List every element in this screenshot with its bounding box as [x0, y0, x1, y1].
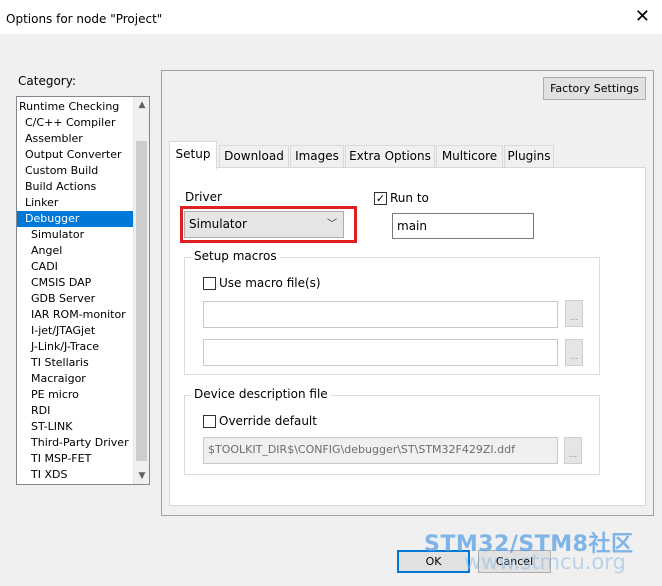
category-item[interactable]: TI Stellaris — [17, 355, 134, 371]
category-item[interactable]: GDB Server — [17, 291, 134, 307]
run-to-checkbox[interactable]: ✓ — [374, 192, 387, 205]
close-icon[interactable]: ✕ — [635, 8, 650, 26]
category-item[interactable]: Custom Build — [17, 163, 134, 179]
category-item[interactable]: TI MSP-FET — [17, 451, 134, 467]
category-item[interactable]: C/C++ Compiler — [17, 115, 134, 131]
category-item[interactable]: Output Converter — [17, 147, 134, 163]
tab-multicore[interactable]: Multicore — [436, 145, 503, 168]
title-bar: Options for node "Project" ✕ — [0, 0, 662, 34]
ddf-path-input: $TOOLKIT_DIR$\CONFIG\debugger\ST\STM32F4… — [203, 437, 558, 464]
device-description-title: Device description file — [191, 387, 331, 401]
scroll-thumb[interactable] — [136, 141, 147, 461]
factory-settings-button[interactable]: Factory Settings — [543, 77, 646, 100]
category-item[interactable]: Debugger — [17, 211, 134, 227]
category-item[interactable]: I-jet/JTAGjet — [17, 323, 134, 339]
category-item[interactable]: RDI — [17, 403, 134, 419]
category-item[interactable]: Angel — [17, 243, 134, 259]
driver-value: Simulator — [189, 217, 247, 231]
category-item[interactable]: ST-LINK — [17, 419, 134, 435]
watermark-url: www.stmcu.org — [464, 550, 626, 574]
category-item[interactable]: TI XDS — [17, 467, 134, 483]
category-item[interactable]: Simulator — [17, 227, 134, 243]
macro-file-input-1 — [203, 301, 558, 328]
driver-label: Driver — [185, 190, 222, 204]
use-macro-checkbox[interactable] — [203, 277, 216, 290]
run-to-input[interactable]: main — [392, 213, 534, 239]
tab-setup[interactable]: Setup — [169, 141, 217, 169]
category-item[interactable]: CADI — [17, 259, 134, 275]
category-item[interactable]: Macraigor — [17, 371, 134, 387]
category-item[interactable]: Assembler — [17, 131, 134, 147]
tab-download[interactable]: Download — [219, 145, 289, 168]
category-items: Runtime Checking C/C++ Compiler Assembler O… — [17, 99, 134, 483]
browse-macro-button-2: ... — [565, 339, 583, 366]
category-label: Category: — [18, 74, 76, 88]
window-title: Options for node "Project" — [6, 12, 163, 26]
macro-file-input-2 — [203, 339, 558, 366]
driver-select[interactable]: Simulator ﹀ — [184, 211, 344, 238]
category-item[interactable]: Linker — [17, 195, 134, 211]
browse-macro-button-1: ... — [565, 300, 583, 327]
scroll-up-icon[interactable]: ▲ — [134, 97, 149, 113]
tab-plugins[interactable]: Plugins — [504, 145, 554, 168]
override-default-label: Override default — [219, 414, 317, 428]
category-item[interactable]: J-Link/J-Trace — [17, 339, 134, 355]
run-to-label: Run to — [390, 191, 429, 205]
setup-macros-title: Setup macros — [191, 249, 280, 263]
use-macro-label: Use macro file(s) — [219, 276, 321, 290]
category-list[interactable]: Runtime Checking C/C++ Compiler Assembler O… — [16, 96, 150, 485]
category-item[interactable]: Third-Party Driver — [17, 435, 134, 451]
category-item[interactable]: IAR ROM-monitor — [17, 307, 134, 323]
category-item[interactable]: PE micro — [17, 387, 134, 403]
scroll-down-icon[interactable]: ▼ — [134, 468, 149, 484]
category-item[interactable]: CMSIS DAP — [17, 275, 134, 291]
tab-extra-options[interactable]: Extra Options — [345, 145, 435, 168]
category-scrollbar[interactable]: ▲ ▼ — [133, 97, 149, 484]
browse-ddf-button: ... — [564, 437, 582, 464]
override-default-checkbox[interactable] — [203, 415, 216, 428]
category-item[interactable]: Build Actions — [17, 179, 134, 195]
chevron-down-icon: ﹀ — [327, 219, 337, 230]
category-item[interactable]: Runtime Checking — [17, 99, 134, 115]
tab-images[interactable]: Images — [290, 145, 344, 168]
